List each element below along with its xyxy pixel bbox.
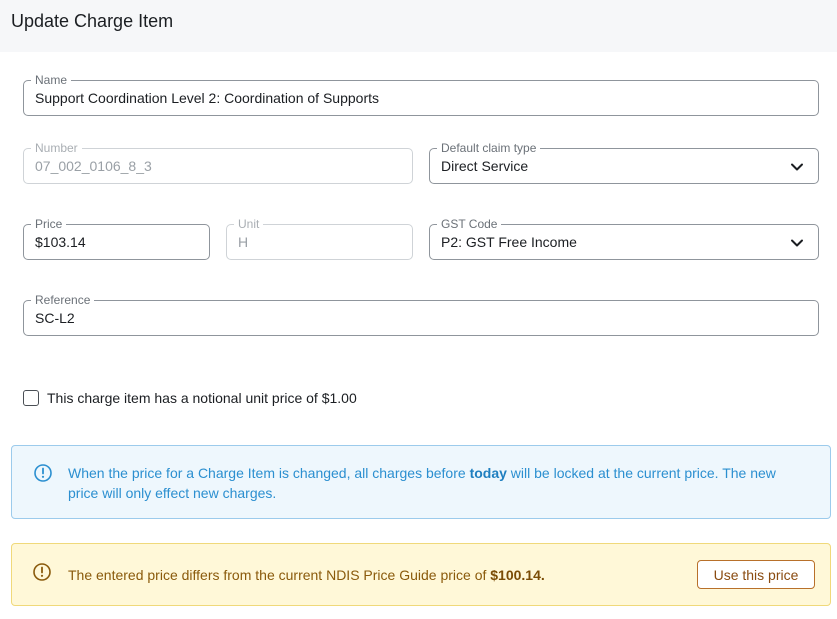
gst-code-label: GST Code (437, 216, 502, 232)
reference-input[interactable]: SC-L2 (35, 310, 75, 327)
info-icon (34, 464, 52, 482)
unit-field: Unit H (226, 216, 413, 260)
number-input: 07_002_0106_8_3 (35, 158, 152, 174)
use-this-price-button[interactable]: Use this price (697, 560, 815, 589)
notional-price-checkbox[interactable] (23, 390, 39, 406)
chevron-down-icon[interactable] (790, 236, 804, 250)
notional-price-option[interactable]: This charge item has a notional unit pri… (23, 388, 357, 408)
info-alert-text: When the price for a Charge Item is chan… (68, 465, 776, 501)
reference-field[interactable]: Reference SC-L2 (23, 292, 819, 336)
page-title: Update Charge Item (11, 11, 174, 31)
warning-alert: The entered price differs from the curre… (11, 543, 831, 606)
reference-label: Reference (31, 292, 95, 308)
info-alert: When the price for a Charge Item is chan… (11, 445, 831, 519)
chevron-down-icon[interactable] (790, 160, 804, 174)
claim-type-label: Default claim type (437, 140, 541, 156)
claim-type-select[interactable]: Default claim type Direct Service (429, 140, 819, 184)
price-field[interactable]: Price $103.14 (23, 216, 210, 260)
notional-price-label[interactable]: This charge item has a notional unit pri… (47, 390, 357, 406)
name-field[interactable]: Name Support Coordination Level 2: Coord… (23, 72, 819, 116)
warning-icon (33, 563, 51, 581)
unit-input: H (238, 234, 249, 250)
name-label: Name (31, 72, 72, 88)
info-alert-emphasis: today (469, 465, 507, 481)
dialog-header: Update Charge Item (0, 0, 837, 52)
price-input[interactable]: $103.14 (35, 234, 86, 251)
unit-label: Unit (234, 216, 264, 232)
gst-code-select[interactable]: GST Code P2: GST Free Income (429, 216, 819, 260)
guide-price: $100.14. (490, 567, 545, 583)
price-label: Price (31, 216, 67, 232)
number-label: Number (31, 140, 82, 156)
name-input[interactable]: Support Coordination Level 2: Coordinati… (35, 90, 379, 107)
number-field: Number 07_002_0106_8_3 (23, 140, 413, 184)
warning-alert-text: The entered price differs from the curre… (68, 567, 545, 583)
claim-type-value: Direct Service (441, 158, 529, 174)
gst-code-value: P2: GST Free Income (441, 234, 577, 250)
